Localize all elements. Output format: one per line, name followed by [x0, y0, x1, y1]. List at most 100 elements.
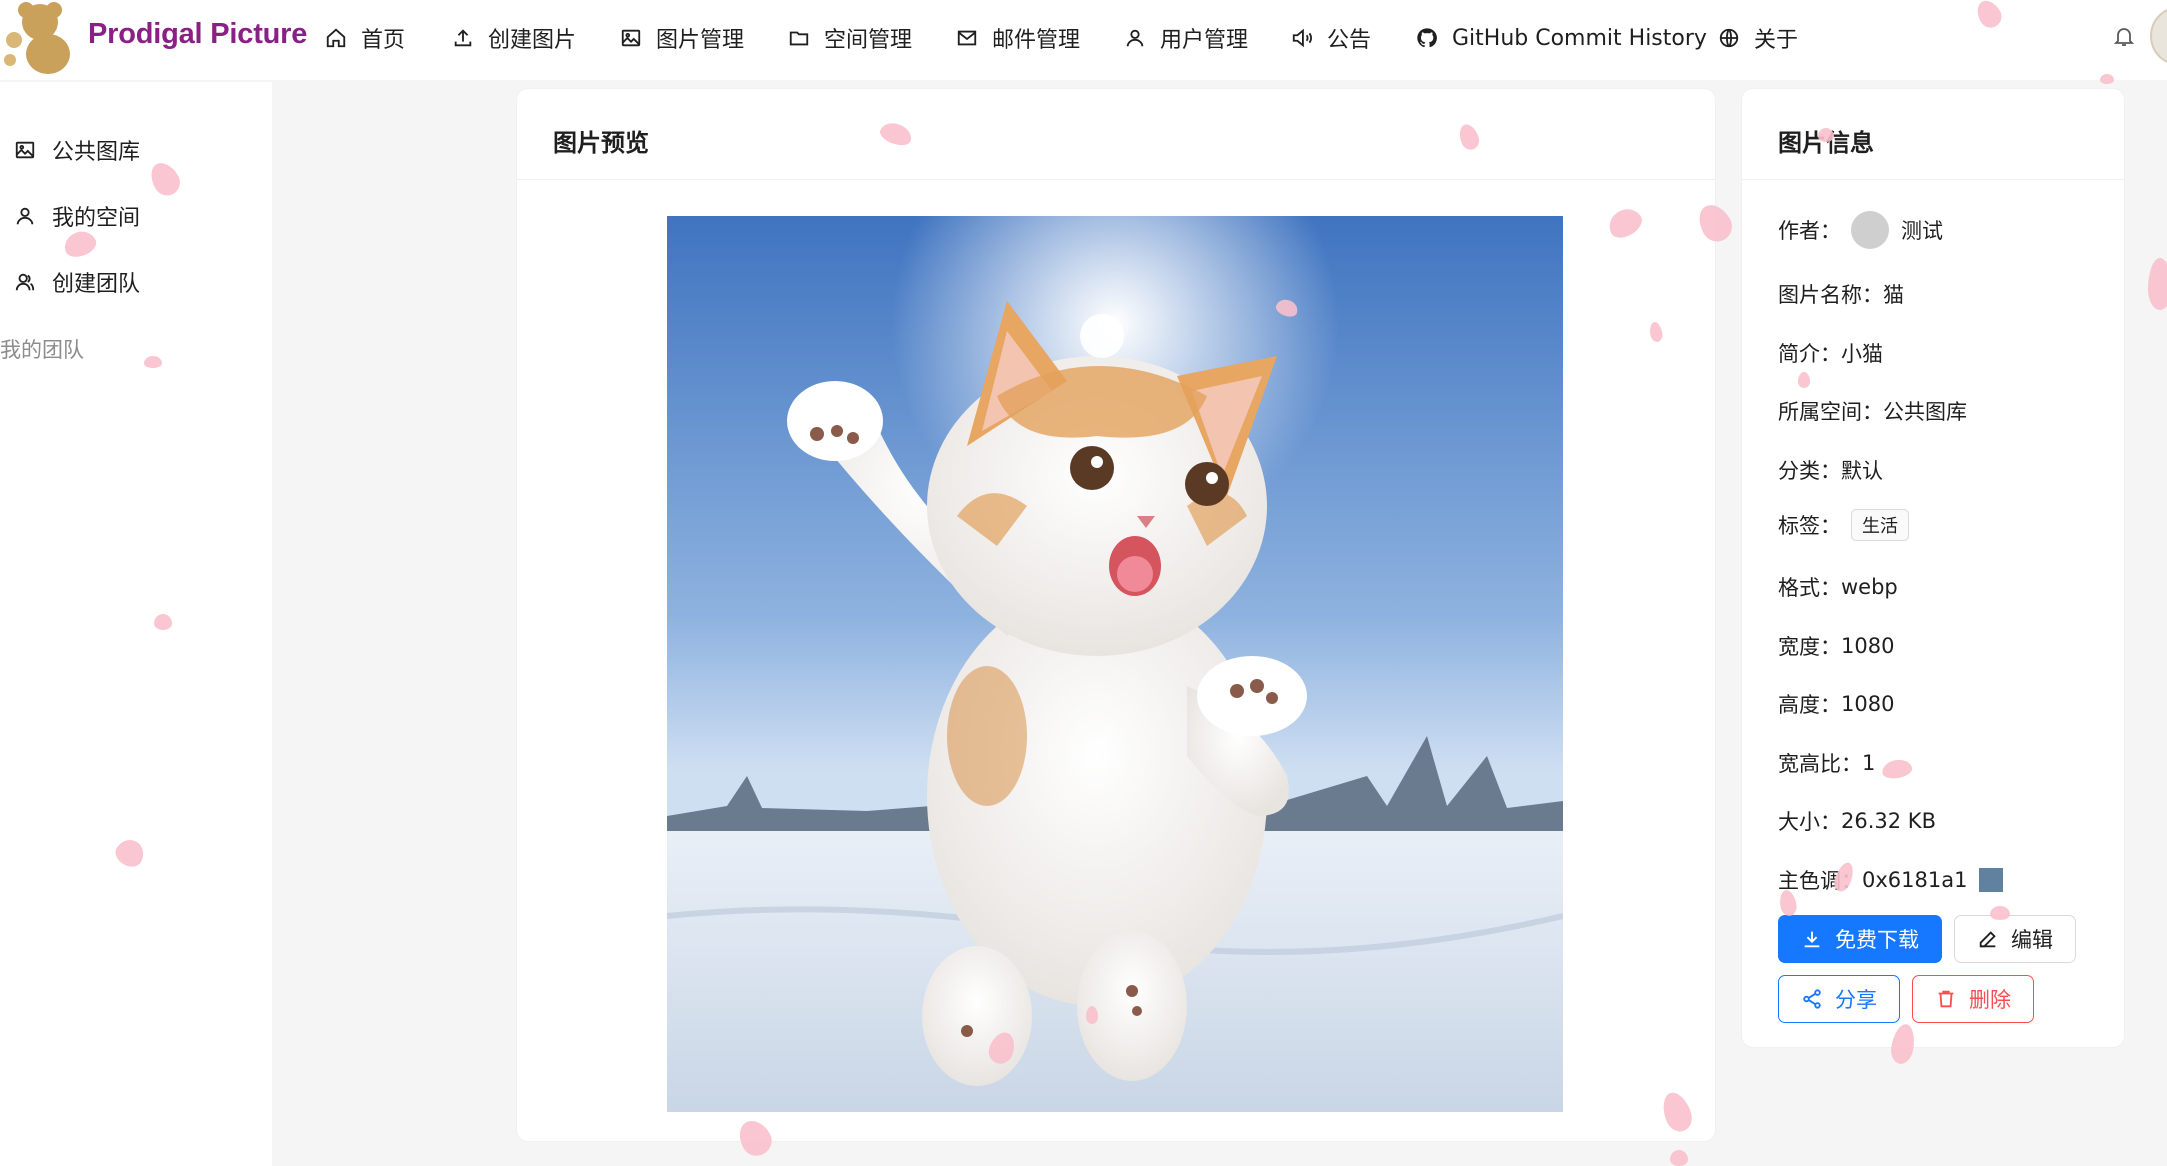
author-avatar [1851, 211, 1889, 249]
user-icon [16, 207, 34, 225]
color-value: 0x6181a1 [1862, 868, 1968, 892]
folder-icon [789, 31, 809, 46]
nav-create-picture[interactable]: 创建图片 [452, 20, 576, 56]
info-space: 所属空间： 公共图库 [1778, 396, 1967, 426]
nav-label: 首页 [361, 28, 406, 53]
info-format: 格式： webp [1778, 572, 1898, 602]
intro-label: 简介： [1778, 342, 1841, 366]
logo-icon[interactable] [0, 0, 80, 80]
sidebar-item-create-team[interactable]: 创建团队 [14, 262, 140, 302]
name-label: 图片名称： [1778, 283, 1883, 307]
petal-decoration [1670, 1150, 1688, 1166]
info-name: 图片名称： 猫 [1778, 279, 1904, 309]
share-button[interactable]: 分享 [1778, 975, 1900, 1023]
petal-decoration [2148, 258, 2167, 310]
size-value: 26.32 KB [1841, 809, 1936, 833]
user-avatar[interactable] [2150, 6, 2167, 66]
info-size: 大小： 26.32 KB [1778, 806, 1936, 836]
global-icon [1719, 28, 1739, 48]
info-category: 分类： 默认 [1778, 455, 1883, 485]
user-icon [1126, 29, 1144, 47]
nav-mail-manage[interactable]: 邮件管理 [956, 20, 1080, 56]
picture-icon [621, 29, 641, 47]
nav-space-manage[interactable]: 空间管理 [788, 20, 912, 56]
info-intro: 简介： 小猫 [1778, 338, 1883, 368]
tag-badge[interactable]: 生活 [1851, 509, 1909, 541]
sidebar-group-my-teams: 我的团队 [0, 338, 84, 362]
nav-label: 图片管理 [656, 28, 745, 53]
delete-button[interactable]: 删除 [1912, 975, 2034, 1023]
brand-title[interactable]: Prodigal Picture [88, 18, 307, 51]
sound-icon [1292, 28, 1312, 48]
name-value: 猫 [1883, 283, 1904, 307]
nav-label: GitHub Commit History [1452, 25, 1707, 51]
author-label: 作者： [1778, 219, 1841, 243]
height-value: 1080 [1841, 692, 1895, 716]
nav-user-manage[interactable]: 用户管理 [1124, 20, 1248, 56]
color-label: 主色调： [1778, 869, 1862, 893]
nav-label: 公告 [1327, 28, 1372, 53]
download-icon [1804, 931, 1820, 948]
sidebar-item-label: 公共图库 [52, 140, 141, 165]
delete-label: 删除 [1969, 988, 2011, 1012]
share-icon [1803, 989, 1821, 1009]
category-label: 分类： [1778, 459, 1841, 483]
info-height: 高度： 1080 [1778, 689, 1894, 719]
nav-announcement[interactable]: 公告 [1291, 20, 1371, 56]
preview-image[interactable] [667, 216, 1563, 1112]
category-value: 默认 [1841, 459, 1883, 483]
divider [517, 179, 1715, 180]
edit-label: 编辑 [2011, 928, 2053, 952]
sidebar: 公共图库 我的空间 创建团队 我的团队 [0, 82, 272, 1166]
nav-home[interactable]: 首页 [325, 20, 405, 56]
edit-button[interactable]: 编辑 [1954, 915, 2076, 963]
info-ratio: 宽高比： 1 [1778, 748, 1875, 778]
space-label: 所属空间： [1778, 400, 1883, 424]
team-icon [15, 273, 35, 291]
download-button[interactable]: 免费下载 [1778, 915, 1942, 963]
width-label: 宽度： [1778, 635, 1841, 659]
info-width: 宽度： 1080 [1778, 631, 1894, 661]
color-swatch [1979, 868, 2004, 892]
sidebar-item-public-gallery[interactable]: 公共图库 [14, 130, 140, 170]
preview-title: 图片预览 [553, 129, 649, 157]
info-tags: 标签： 生活 [1778, 509, 1909, 541]
picture-icon [15, 141, 35, 159]
nav-label: 空间管理 [824, 28, 913, 53]
height-label: 高度： [1778, 693, 1841, 717]
sidebar-item-my-space[interactable]: 我的空间 [14, 196, 140, 236]
nav-label: 用户管理 [1160, 28, 1249, 53]
edit-icon [1979, 931, 1996, 948]
width-value: 1080 [1841, 634, 1895, 658]
space-value: 公共图库 [1883, 400, 1967, 424]
nav-label: 创建图片 [488, 28, 577, 53]
nav-label: 关于 [1754, 28, 1799, 53]
nav-picture-manage[interactable]: 图片管理 [620, 20, 744, 56]
preview-card: 图片预览 [516, 88, 1716, 1142]
intro-value: 小猫 [1841, 342, 1883, 366]
cat-image [667, 216, 1563, 1112]
info-author: 作者： 测试 [1778, 211, 1943, 249]
nav-about[interactable]: 关于 [1718, 20, 1798, 56]
info-title: 图片信息 [1778, 129, 1874, 157]
download-label: 免费下载 [1835, 928, 1919, 952]
info-card: 图片信息 作者： 测试 图片名称： 猫 简介： 小猫 所属空间： 公共图库 分类… [1741, 88, 2125, 1048]
ratio-value: 1 [1862, 751, 1876, 775]
share-label: 分享 [1835, 988, 1877, 1012]
upload-icon [454, 29, 472, 47]
divider [1742, 179, 2124, 180]
github-icon [1417, 28, 1437, 48]
trash-icon [1938, 990, 1954, 1008]
nav-label: 邮件管理 [992, 28, 1081, 53]
sidebar-item-label: 我的空间 [52, 206, 141, 231]
sidebar-item-label: 创建团队 [52, 272, 141, 297]
tags-label: 标签： [1778, 514, 1841, 538]
format-label: 格式： [1778, 576, 1841, 600]
nav-github-history[interactable]: GitHub Commit History [1416, 20, 1707, 56]
info-color: 主色调： 0x6181a1 [1778, 865, 2004, 895]
bell-icon[interactable] [2112, 24, 2136, 48]
format-value: webp [1841, 575, 1898, 599]
top-header: Prodigal Picture 首页 创建图片 图片管理 空间管理 邮件管理 … [0, 0, 2167, 80]
mail-icon [957, 30, 977, 46]
size-label: 大小： [1778, 810, 1841, 834]
